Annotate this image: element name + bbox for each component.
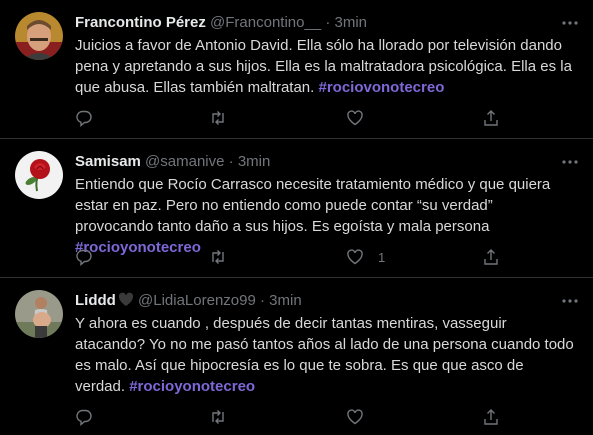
like-button[interactable] — [346, 407, 378, 427]
reply-icon — [76, 409, 92, 426]
reply-icon — [76, 110, 92, 127]
reply-icon — [76, 249, 92, 266]
tweet-header: Liddd @LidiaLorenzo99 · 3min — [75, 292, 302, 312]
separator-dot: · — [228, 153, 234, 170]
reply-button[interactable] — [75, 108, 93, 128]
tweet-feed: Francontino Pérez @Francontino__ · 3min … — [0, 0, 593, 435]
heart-icon — [347, 110, 363, 126]
user-handle[interactable]: @LidiaLorenzo99 — [138, 292, 256, 309]
tweet-text: Juicios a favor de Antonio David. Ella s… — [75, 35, 575, 98]
man-portrait-avatar[interactable] — [15, 12, 63, 60]
like-button[interactable]: 1 — [346, 247, 385, 267]
hashtag-link[interactable]: #rociovonotecreo — [318, 79, 444, 96]
tweet-header: Francontino Pérez @Francontino__ · 3min — [75, 14, 367, 32]
display-name[interactable]: Francontino Pérez — [75, 14, 206, 31]
timestamp[interactable]: 3min — [269, 292, 302, 309]
tweet[interactable]: Samisam @samanive · 3min Entiendo que Ro… — [0, 139, 593, 277]
pregnant-woman-avatar[interactable] — [15, 290, 63, 338]
retweet-button[interactable] — [209, 407, 227, 427]
share-button[interactable] — [482, 108, 500, 128]
timestamp[interactable]: 3min — [335, 14, 368, 31]
tweet-text: Y ahora es cuando , después de decir tan… — [75, 313, 575, 397]
like-count: 1 — [378, 249, 386, 265]
reply-button[interactable] — [75, 407, 93, 427]
retweet-icon — [212, 111, 224, 125]
display-name[interactable]: Samisam — [75, 153, 141, 170]
black-heart-icon — [118, 292, 134, 312]
retweet-button[interactable] — [209, 247, 227, 267]
heart-icon — [347, 409, 363, 425]
heart-icon — [347, 249, 363, 265]
tweet-actions — [75, 108, 515, 128]
timestamp[interactable]: 3min — [238, 153, 271, 170]
retweet-button[interactable] — [209, 108, 227, 128]
hashtag-link[interactable]: #rocioyonotecreo — [129, 378, 255, 395]
user-handle[interactable]: @samanive — [145, 153, 224, 170]
separator-dot: · — [325, 14, 331, 31]
tweet-body: Entiendo que Rocío Carrasco necesite tra… — [75, 176, 551, 235]
more-options-icon[interactable] — [561, 292, 579, 310]
separator-dot: · — [259, 292, 265, 309]
more-options-icon[interactable] — [561, 153, 579, 171]
tweet[interactable]: Liddd @LidiaLorenzo99 · 3min Y ahora es … — [0, 278, 593, 435]
tweet-actions: 1 — [75, 247, 515, 267]
reply-button[interactable] — [75, 247, 93, 267]
retweet-icon — [212, 250, 224, 264]
share-icon — [484, 409, 498, 425]
retweet-icon — [212, 410, 224, 424]
user-handle[interactable]: @Francontino__ — [210, 14, 321, 31]
tweet-actions — [75, 407, 515, 427]
more-options-icon[interactable] — [561, 14, 579, 32]
share-icon — [484, 110, 498, 126]
tweet[interactable]: Francontino Pérez @Francontino__ · 3min … — [0, 0, 593, 138]
share-button[interactable] — [482, 247, 500, 267]
share-button[interactable] — [482, 407, 500, 427]
tweet-header: Samisam @samanive · 3min — [75, 153, 270, 171]
tweet-text: Entiendo que Rocío Carrasco necesite tra… — [75, 174, 575, 258]
display-name[interactable]: Liddd — [75, 292, 116, 309]
share-icon — [484, 249, 498, 265]
red-rose-avatar[interactable] — [15, 151, 63, 199]
like-button[interactable] — [346, 108, 378, 128]
